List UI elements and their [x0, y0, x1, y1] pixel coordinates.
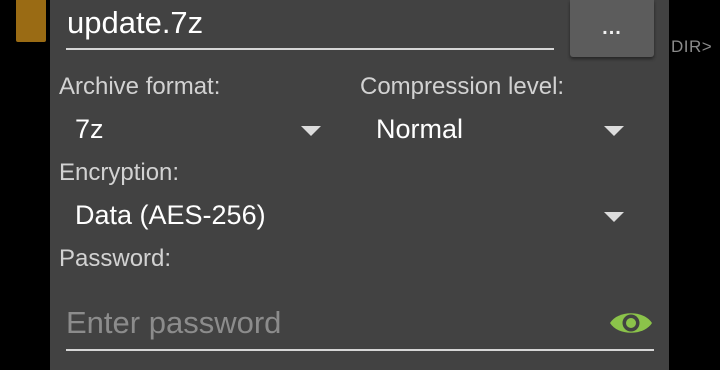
compression-level-select[interactable]: Normal [376, 109, 626, 149]
archive-name-field[interactable]: update.7z [66, 0, 554, 50]
encryption-label: Encryption: [59, 159, 180, 186]
compression-level-value: Normal [376, 114, 464, 144]
encryption-value: Data (AES-256) [75, 200, 266, 230]
chevron-down-icon [604, 126, 624, 136]
archive-format-value: 7z [75, 114, 104, 144]
browse-button[interactable]: ... [570, 0, 654, 57]
create-archive-dialog: update.7z ... Archive format: 7z Compres… [50, 0, 669, 370]
folder-icon [16, 0, 46, 42]
archive-format-label: Archive format: [59, 73, 221, 100]
archive-format-select[interactable]: 7z [75, 109, 325, 149]
compression-level-label: Compression level: [360, 73, 565, 100]
chevron-down-icon [604, 212, 624, 222]
archive-name-text[interactable]: update.7z [67, 1, 203, 45]
directory-label: DIR> [671, 37, 713, 56]
encryption-select[interactable]: Data (AES-256) [75, 195, 626, 235]
password-input[interactable] [66, 303, 586, 343]
password-field[interactable] [66, 295, 654, 351]
password-label: Password: [59, 245, 172, 272]
screen: DIR> update.7z ... Archive format: 7z Co… [0, 0, 720, 370]
chevron-down-icon [301, 126, 321, 136]
eye-icon[interactable] [608, 303, 654, 343]
